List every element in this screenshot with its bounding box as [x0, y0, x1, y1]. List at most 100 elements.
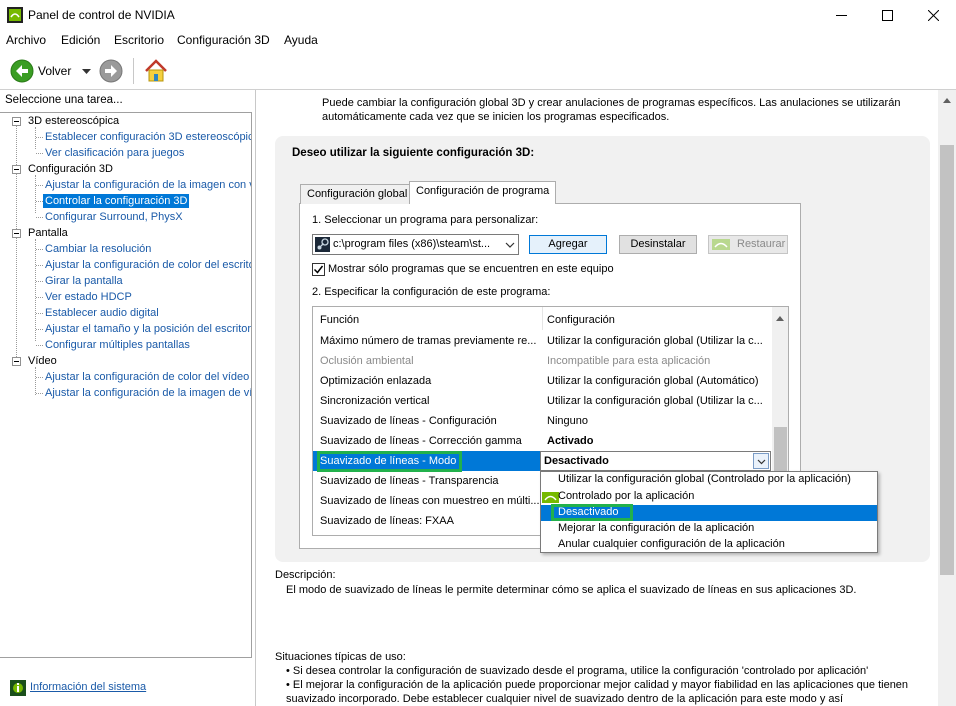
list-item: • El mejorar la configuración de la apli…	[286, 679, 909, 705]
home-icon	[145, 59, 167, 82]
table-row[interactable]: Máximo número de tramas previamente re..…	[313, 331, 771, 351]
minimize-button[interactable]	[818, 0, 864, 30]
system-info-label[interactable]: Información del sistema	[30, 681, 146, 693]
chevron-down-icon	[757, 459, 766, 465]
collapse-toggle-icon[interactable]	[12, 229, 21, 238]
typical-uses-list: • Si desea controlar la configuración de…	[286, 664, 926, 706]
highlight-box-function	[317, 451, 462, 472]
restore-button: Restaurar	[708, 235, 788, 254]
window-title: Panel de control de NVIDIA	[28, 8, 175, 22]
close-button[interactable]	[910, 0, 956, 30]
tree-item-establecer-3d-estereo[interactable]: Establecer configuración 3D estereoscópi…	[45, 131, 251, 143]
column-header-setting[interactable]: Configuración	[547, 314, 762, 326]
nvidia-app-icon	[7, 7, 23, 23]
tree-item-ajustar-imagen[interactable]: Ajustar la configuración de la imagen co…	[45, 179, 251, 191]
maximize-icon	[881, 9, 893, 21]
tree-item-imagen-video[interactable]: Ajustar la configuración de la imagen de…	[45, 387, 251, 399]
combobox-arrow-button[interactable]	[753, 453, 769, 469]
table-row[interactable]: Suavizado de líneas - Corrección gamma A…	[313, 431, 771, 451]
collapse-toggle-icon[interactable]	[12, 357, 21, 366]
toolbar: Volver	[0, 52, 956, 88]
menu-bar: Archivo Edición Escritorio Configuración…	[0, 30, 956, 50]
scroll-up-icon[interactable]	[776, 313, 784, 325]
close-icon	[927, 9, 939, 21]
maximize-button[interactable]	[864, 0, 910, 30]
show-installed-only-label[interactable]: Mostrar sólo programas que se encuentren…	[328, 263, 614, 275]
table-row[interactable]: Optimización enlazada Utilizar la config…	[313, 371, 771, 391]
checkmark-icon	[313, 265, 324, 274]
steam-program-icon	[315, 237, 330, 252]
tree-item-controlar-3d[interactable]: Controlar la configuración 3D	[43, 194, 190, 208]
tree-group-configuracion-3d[interactable]: Configuración 3D	[28, 163, 113, 175]
scroll-up-icon[interactable]	[943, 95, 951, 107]
uninstall-button[interactable]: Desinstalar	[619, 235, 697, 254]
setting-combobox-value: Desactivado	[544, 455, 609, 467]
typical-uses-label: Situaciones típicas de uso:	[275, 651, 406, 663]
dropdown-option[interactable]: Mejorar la configuración de la aplicació…	[541, 521, 877, 537]
nvidia-logo-icon	[712, 239, 730, 250]
table-row[interactable]: Sincronización vertical Utilizar la conf…	[313, 391, 771, 411]
nvidia-logo-icon	[542, 492, 559, 503]
tree-item-multiples-pantallas[interactable]: Configurar múltiples pantallas	[45, 339, 190, 351]
back-button[interactable]	[10, 59, 34, 83]
forward-arrow-icon	[99, 59, 123, 83]
step1-label: 1. Seleccionar un programa para personal…	[312, 214, 539, 226]
title-bar: Panel de control de NVIDIA	[0, 0, 956, 30]
intro-text: Puede cambiar la configuración global 3D…	[322, 97, 901, 123]
tree-group-pantalla[interactable]: Pantalla	[28, 227, 68, 239]
config-heading: Deseo utilizar la siguiente configuració…	[292, 147, 535, 159]
tree-group-video[interactable]: Vídeo	[28, 355, 57, 367]
chevron-down-icon	[505, 242, 515, 248]
show-installed-only-checkbox[interactable]	[312, 263, 325, 276]
menu-archivo[interactable]: Archivo	[6, 33, 46, 47]
setting-combobox[interactable]: Desactivado	[540, 451, 771, 471]
tree-item-audio-digital[interactable]: Establecer audio digital	[45, 307, 159, 319]
add-button[interactable]: Agregar	[529, 235, 607, 254]
home-button[interactable]	[143, 58, 169, 84]
highlight-box-option	[551, 504, 633, 521]
minimize-icon	[835, 14, 847, 16]
column-header-function[interactable]: Función	[320, 314, 542, 326]
tree-item-color-video[interactable]: Ajustar la configuración de color del ví…	[45, 371, 249, 383]
description-text: El modo de suavizado de líneas le permit…	[286, 584, 857, 596]
column-divider	[542, 307, 543, 330]
back-arrow-icon	[10, 59, 34, 83]
menu-escritorio[interactable]: Escritorio	[114, 33, 164, 47]
tree-item-tamano-posicion[interactable]: Ajustar el tamaño y la posición del escr…	[45, 323, 251, 335]
tab-global-settings[interactable]: Configuración global	[300, 184, 415, 204]
list-item: • Si desea controlar la configuración de…	[286, 665, 869, 677]
collapse-toggle-icon[interactable]	[12, 165, 21, 174]
tree-group-3d-estereoscopica[interactable]: 3D estereoscópica	[28, 115, 119, 127]
table-row[interactable]: Suavizado de líneas - Configuración Ning…	[313, 411, 771, 431]
tree-item-cambiar-resolucion[interactable]: Cambiar la resolución	[45, 243, 151, 255]
back-label[interactable]: Volver	[38, 64, 71, 78]
dropdown-option[interactable]: Controlado por la aplicación	[541, 489, 877, 505]
tab-program-settings[interactable]: Configuración de programa	[409, 181, 557, 204]
forward-button[interactable]	[99, 59, 123, 83]
tree-item-color-escritorio[interactable]: Ajustar la configuración de color del es…	[45, 259, 251, 271]
task-tree: 3D estereoscópica Establecer configuraci…	[0, 112, 252, 658]
menu-edicion[interactable]: Edición	[61, 33, 100, 47]
system-info-icon	[10, 680, 26, 696]
program-select-value: c:\program files (x86)\steam\st...	[333, 238, 491, 250]
restore-label: Restaurar	[737, 238, 786, 250]
tree-item-estado-hdcp[interactable]: Ver estado HDCP	[45, 291, 132, 303]
menu-configuracion-3d[interactable]: Configuración 3D	[177, 33, 270, 47]
program-select[interactable]: c:\program files (x86)\steam\st...	[312, 234, 519, 255]
list-vscroll-thumb[interactable]	[774, 427, 787, 477]
tree-item-configurar-surround[interactable]: Configurar Surround, PhysX	[45, 211, 183, 223]
collapse-toggle-icon[interactable]	[12, 117, 21, 126]
task-panel-header: Seleccione una tarea...	[5, 94, 123, 106]
step2-label: 2. Especificar la configuración de este …	[312, 286, 551, 298]
content-vscroll-thumb[interactable]	[940, 145, 954, 575]
tree-item-ver-clasificacion[interactable]: Ver clasificación para juegos	[45, 147, 184, 159]
task-panel: Seleccione una tarea... 3D estereoscópic…	[0, 90, 256, 706]
tree-item-girar-pantalla[interactable]: Girar la pantalla	[45, 275, 123, 287]
table-row[interactable]: Oclusión ambiental Incompatible para est…	[313, 351, 771, 371]
toolbar-divider	[133, 58, 134, 84]
dropdown-option[interactable]: Utilizar la configuración global (Contro…	[541, 472, 877, 488]
menu-ayuda[interactable]: Ayuda	[284, 33, 318, 47]
description-label: Descripción:	[275, 569, 336, 581]
back-dropdown-icon[interactable]	[82, 66, 91, 74]
dropdown-option[interactable]: Anular cualquier configuración de la apl…	[541, 537, 877, 553]
